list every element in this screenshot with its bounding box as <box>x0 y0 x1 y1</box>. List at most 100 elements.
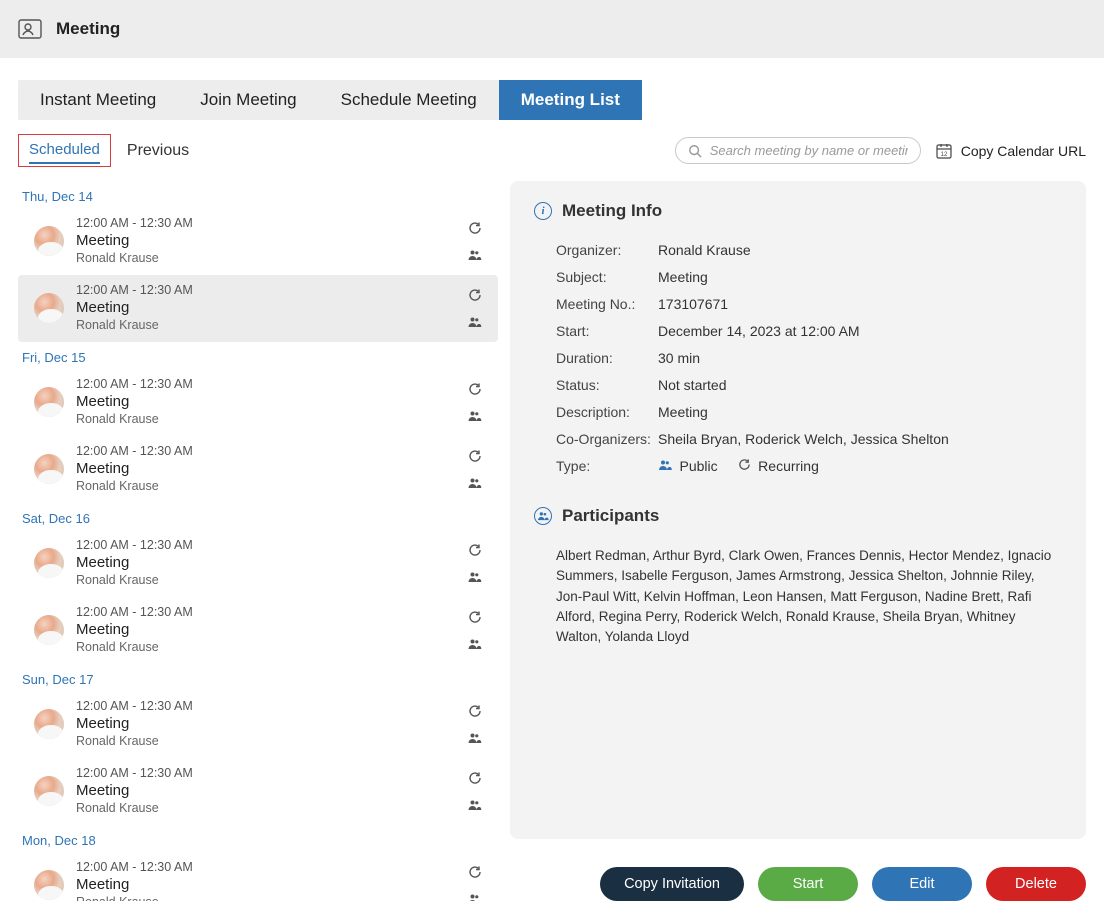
recurring-icon <box>468 771 482 785</box>
meeting-time: 12:00 AM - 12:30 AM <box>76 444 455 458</box>
meeting-item[interactable]: 12:00 AM - 12:30 AM Meeting Ronald Krause <box>18 436 498 503</box>
value-duration: 30 min <box>658 350 700 366</box>
group-icon <box>467 893 482 902</box>
group-icon <box>467 249 482 261</box>
meeting-title: Meeting <box>76 621 455 638</box>
type-recurring-label: Recurring <box>758 458 819 474</box>
meeting-list: Thu, Dec 14 12:00 AM - 12:30 AM Meeting Ron… <box>18 181 498 901</box>
group-icon <box>467 638 482 650</box>
value-meeting-no: 173107671 <box>658 296 728 312</box>
app-header: Meeting <box>0 0 1104 58</box>
meeting-item[interactable]: 12:00 AM - 12:30 AMMeetingRonald Krause <box>18 208 498 275</box>
person-card-icon <box>18 19 42 39</box>
action-bar: Copy Invitation Start Edit Delete <box>510 863 1086 901</box>
meeting-item[interactable]: 12:00 AM - 12:30 AMMeetingRonald Krause <box>18 530 498 597</box>
avatar <box>34 709 64 739</box>
start-button[interactable]: Start <box>758 867 858 901</box>
participants-heading-text: Participants <box>562 506 659 526</box>
meeting-time: 12:00 AM - 12:30 AM <box>76 766 455 780</box>
recurring-icon <box>468 288 482 302</box>
meeting-time: 12:00 AM - 12:30 AM <box>76 699 455 713</box>
value-subject: Meeting <box>658 269 708 285</box>
info-icon: i <box>534 202 552 220</box>
tab-instant-meeting[interactable]: Instant Meeting <box>18 80 178 120</box>
avatar <box>34 454 64 484</box>
recurring-badge: Recurring <box>738 458 819 474</box>
meeting-title: Meeting <box>76 782 455 799</box>
tab-join-meeting[interactable]: Join Meeting <box>178 80 318 120</box>
meeting-organizer: Ronald Krause <box>76 895 455 901</box>
date-header: Sat, Dec 16 <box>18 503 498 530</box>
search-box[interactable] <box>675 137 921 164</box>
calendar-icon: 12 <box>935 142 953 160</box>
meeting-info-heading-text: Meeting Info <box>562 201 662 221</box>
value-description: Meeting <box>658 404 708 420</box>
edit-button[interactable]: Edit <box>872 867 972 901</box>
meeting-title: Meeting <box>76 876 455 893</box>
participants-list: Albert Redman, Arthur Byrd, Clark Owen, … <box>534 542 1062 647</box>
label-start: Start: <box>556 323 658 339</box>
avatar <box>34 293 64 323</box>
meeting-organizer: Ronald Krause <box>76 251 455 265</box>
copy-invitation-button[interactable]: Copy Invitation <box>600 867 744 901</box>
meeting-title: Meeting <box>76 460 455 477</box>
search-icon <box>688 144 702 158</box>
recurring-icon <box>738 459 755 474</box>
meeting-organizer: Ronald Krause <box>76 479 455 493</box>
type-public-label: Public <box>680 458 718 474</box>
recurring-icon <box>468 543 482 557</box>
label-type: Type: <box>556 458 658 474</box>
participants-icon <box>534 507 552 525</box>
value-organizer: Ronald Krause <box>658 242 751 258</box>
meeting-organizer: Ronald Krause <box>76 734 455 748</box>
group-small-icon <box>658 459 676 474</box>
avatar <box>34 615 64 645</box>
recurring-icon <box>468 221 482 235</box>
meeting-item[interactable]: 12:00 AM - 12:30 AMMeetingRonald Krause <box>18 691 498 758</box>
meeting-time: 12:00 AM - 12:30 AM <box>76 377 455 391</box>
label-description: Description: <box>556 404 658 420</box>
avatar <box>34 548 64 578</box>
search-input[interactable] <box>710 143 908 158</box>
label-co-organizers: Co-Organizers: <box>556 431 658 447</box>
meeting-organizer: Ronald Krause <box>76 573 455 587</box>
meeting-tabs: Instant Meeting Join Meeting Schedule Me… <box>18 80 642 120</box>
label-subject: Subject: <box>556 269 658 285</box>
meeting-item[interactable]: 12:00 AM - 12:30 AMMeetingRonald Krause <box>18 275 498 342</box>
delete-button[interactable]: Delete <box>986 867 1086 901</box>
meeting-item[interactable]: 12:00 AM - 12:30 AM Meeting Ronald Krause <box>18 852 498 901</box>
value-co-organizers: Sheila Bryan, Roderick Welch, Jessica Sh… <box>658 431 949 447</box>
meeting-organizer: Ronald Krause <box>76 412 455 426</box>
meeting-organizer: Ronald Krause <box>76 801 455 815</box>
meeting-time: 12:00 AM - 12:30 AM <box>76 538 455 552</box>
meeting-detail-panel: i Meeting Info Organizer:Ronald Krause S… <box>510 181 1086 839</box>
meeting-organizer: Ronald Krause <box>76 318 455 332</box>
meeting-title: Meeting <box>76 232 455 249</box>
copy-calendar-url-label: Copy Calendar URL <box>961 143 1086 159</box>
date-header: Sun, Dec 17 <box>18 664 498 691</box>
subtab-previous[interactable]: Previous <box>127 142 189 160</box>
meeting-item[interactable]: 12:00 AM - 12:30 AM Meeting Ronald Krause <box>18 758 498 825</box>
date-header: Fri, Dec 15 <box>18 342 498 369</box>
group-icon <box>467 571 482 583</box>
participants-heading: Participants <box>534 506 1062 526</box>
group-icon <box>467 410 482 422</box>
meeting-time: 12:00 AM - 12:30 AM <box>76 860 455 874</box>
copy-calendar-url[interactable]: 12 Copy Calendar URL <box>935 142 1086 160</box>
list-controls-row: Scheduled Previous 12 <box>18 132 1086 169</box>
tab-schedule-meeting[interactable]: Schedule Meeting <box>319 80 499 120</box>
recurring-icon <box>468 449 482 463</box>
group-icon <box>467 477 482 489</box>
avatar <box>34 387 64 417</box>
meeting-item[interactable]: 12:00 AM - 12:30 AM Meeting Ronald Krause <box>18 369 498 436</box>
date-header: Thu, Dec 14 <box>18 181 498 208</box>
tab-meeting-list[interactable]: Meeting List <box>499 80 642 120</box>
meeting-title: Meeting <box>76 393 455 410</box>
date-header: Mon, Dec 18 <box>18 825 498 852</box>
subtab-scheduled[interactable]: Scheduled <box>18 134 111 167</box>
meeting-item[interactable]: 12:00 AM - 12:30 AMMeetingRonald Krause <box>18 597 498 664</box>
label-meeting-no: Meeting No.: <box>556 296 658 312</box>
meeting-time: 12:00 AM - 12:30 AM <box>76 283 455 297</box>
svg-text:12: 12 <box>940 152 947 158</box>
avatar <box>34 776 64 806</box>
